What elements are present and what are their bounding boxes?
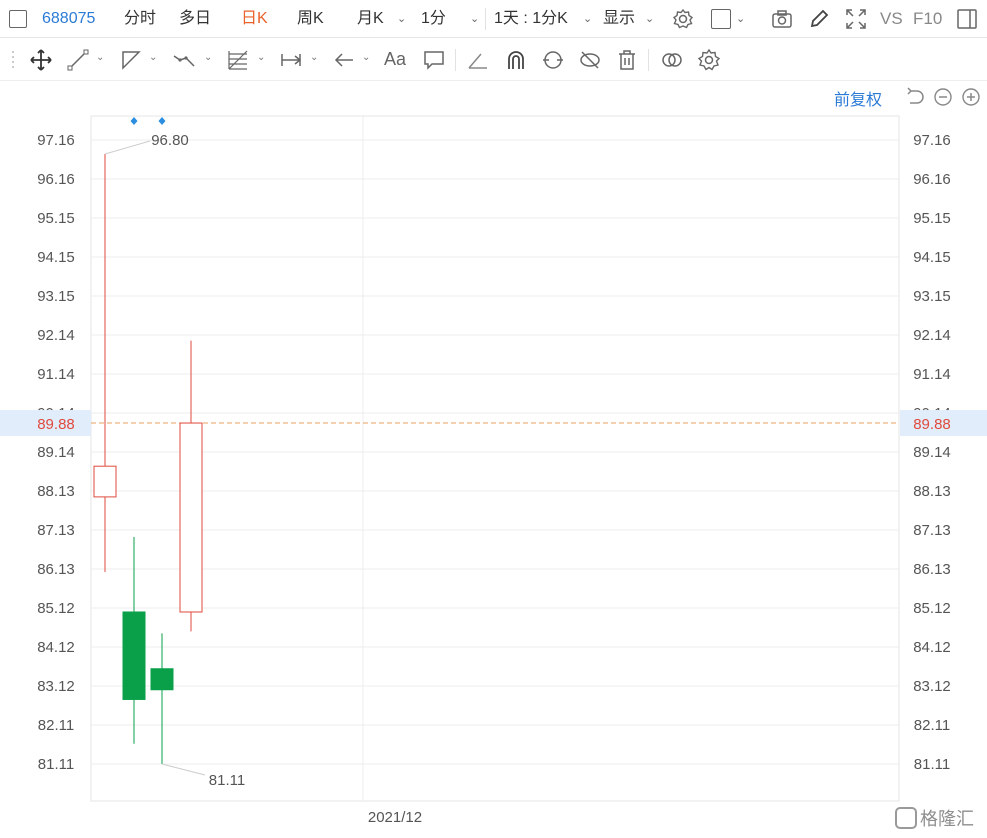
high-leader-line <box>104 140 151 155</box>
y-tick-label-left: 93.15 <box>37 288 75 305</box>
current-price-label-left: 89.88 <box>37 416 75 433</box>
y-tick-label-right: 87.13 <box>913 522 951 539</box>
y-tick-label-right: 97.16 <box>913 132 951 149</box>
high-price-label: 96.80 <box>151 132 189 149</box>
candle-down <box>150 668 174 691</box>
y-tick-label-left: 94.15 <box>37 249 75 266</box>
current-price-label-right: 89.88 <box>913 416 951 433</box>
candle-up <box>179 422 203 613</box>
y-tick-label-right: 96.16 <box>913 171 951 188</box>
y-tick-label-left: 91.14 <box>37 366 75 383</box>
candle-down <box>122 611 146 700</box>
y-tick-label-left: 83.12 <box>37 678 75 695</box>
y-tick-label-right: 85.12 <box>913 600 951 617</box>
y-tick-label-left: 82.11 <box>38 717 74 734</box>
y-tick-label-right: 83.12 <box>913 678 951 695</box>
low-leader-line <box>161 763 206 776</box>
y-tick-label-right: 93.15 <box>913 288 951 305</box>
candlestick-chart[interactable]: 97.16 97.16 96.16 96.16 95.15 95.15 94.15 94.15… <box>0 0 987 838</box>
y-tick-label-left: 88.13 <box>37 483 75 500</box>
y-tick-label-left: 95.15 <box>37 210 75 227</box>
y-tick-label-left: 81.11 <box>38 756 74 773</box>
y-tick-label-right: 91.14 <box>913 366 951 383</box>
y-tick-label-left: 97.16 <box>37 132 75 149</box>
y-tick-label-right: 95.15 <box>913 210 951 227</box>
event-marker <box>158 117 166 125</box>
y-tick-label-left: 92.14 <box>37 327 75 344</box>
candle-up <box>93 465 117 498</box>
y-tick-label-right: 92.14 <box>913 327 951 344</box>
y-tick-label-left: 84.12 <box>37 639 75 656</box>
y-tick-label-left: 89.14 <box>37 444 75 461</box>
y-tick-label-right: 81.11 <box>914 756 950 773</box>
watermark-logo: 格隆汇 <box>895 805 974 831</box>
y-tick-label-left: 85.12 <box>37 600 75 617</box>
watermark-text: 格隆汇 <box>920 809 974 829</box>
y-tick-label-right: 94.15 <box>913 249 951 266</box>
logo-icon <box>895 807 917 830</box>
y-tick-label-right: 86.13 <box>913 561 951 578</box>
plot-frame <box>90 115 900 802</box>
y-tick-label-left: 87.13 <box>37 522 75 539</box>
x-tick-label: 2021/12 <box>368 809 422 826</box>
y-tick-label-left: 96.16 <box>37 171 75 188</box>
y-tick-label-right: 84.12 <box>913 639 951 656</box>
event-marker <box>130 117 138 125</box>
y-tick-label-right: 82.11 <box>914 717 950 734</box>
y-tick-label-right: 88.13 <box>913 483 951 500</box>
y-tick-label-left: 86.13 <box>37 561 75 578</box>
y-tick-label-right: 89.14 <box>913 444 951 461</box>
low-price-label: 81.11 <box>209 772 245 789</box>
